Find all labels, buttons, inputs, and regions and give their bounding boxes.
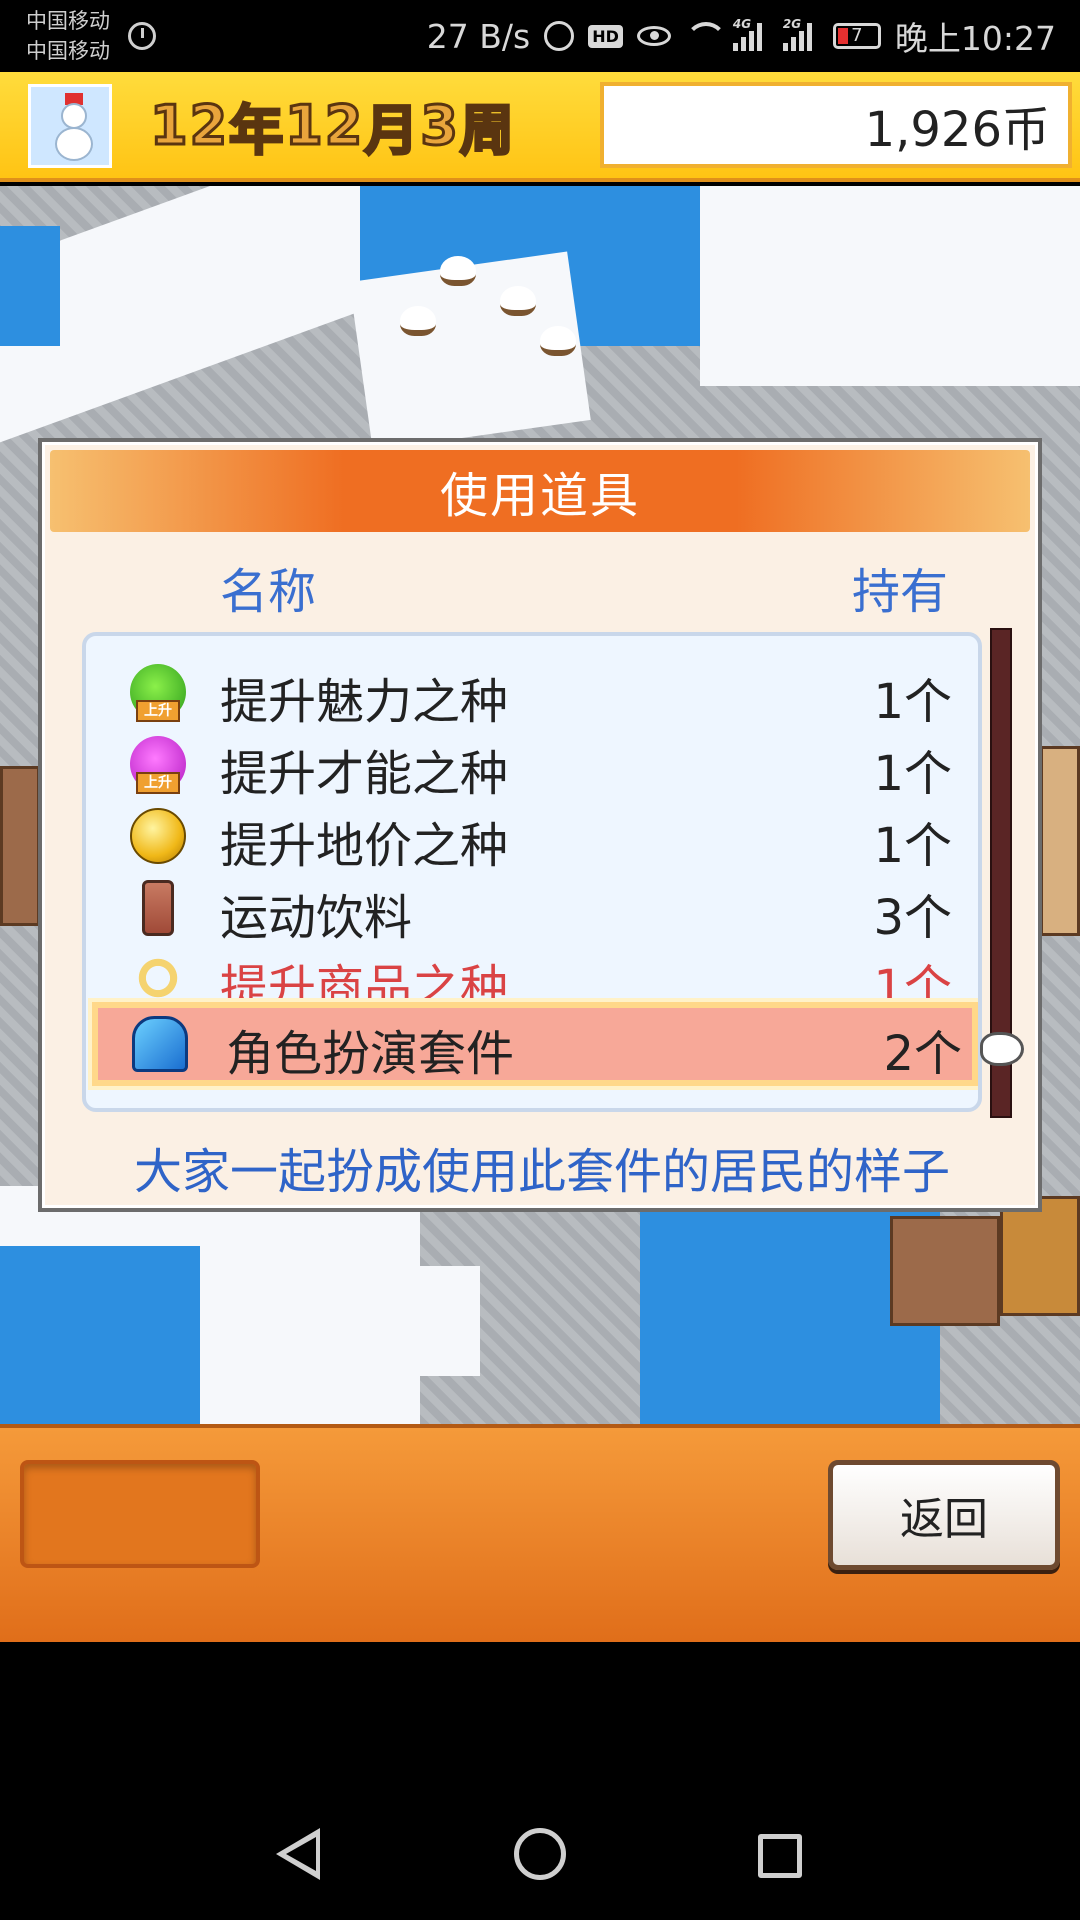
signal-4g-label: 4G [732,17,752,31]
date-year-unit: 年 [228,97,286,163]
item-count: 1个 [873,818,952,874]
game-date: 12 年 12 月 3 周 [148,90,516,163]
item-row-land-value-seed[interactable]: 提升地价之种 1个 [86,800,978,874]
dialog-title: 使用道具 [50,450,1030,532]
header-held: 持有 [851,564,948,620]
item-name: 角色扮演套件 [226,1026,515,1082]
date-month: 12 [284,92,365,158]
status-icons: 27 B/s HD 4G 2G 7 晚上10:27 [426,14,1056,59]
date-month-unit: 月 [363,97,421,163]
drink-bottle-icon [142,880,174,936]
net-speed: 27 B/s [426,16,531,56]
list-scrollbar[interactable] [980,628,1024,1118]
snowman-icon[interactable] [28,84,112,168]
back-button[interactable]: 返回 [828,1460,1060,1570]
carrier-labels: 中国移动 中国移动 [26,6,110,66]
coin-balance: 1,926币 [600,82,1072,168]
item-name: 提升地价之种 [220,818,509,874]
item-name: 运动饮料 [220,890,413,946]
item-count: 3个 [873,890,952,946]
item-row-roleplay-kit[interactable]: 角色扮演套件 2个 [92,1002,978,1086]
timer-icon [128,22,156,50]
carrier-1: 中国移动 [26,9,110,33]
date-year: 12 [148,92,230,158]
wifi-icon [684,22,727,50]
item-row-sports-drink[interactable]: 运动饮料 3个 [86,872,978,946]
eye-icon [636,26,671,46]
item-row-charm-seed[interactable]: 上升 提升魅力之种 1个 [86,656,978,730]
hd-icon: HD [588,24,623,48]
blue-cape-icon [132,1016,188,1072]
item-list[interactable]: 上升 提升魅力之种 1个 上升 提升才能之种 1个 提升地价之种 1个 运动饮料… [82,632,982,1112]
pointer-hand-icon[interactable] [980,1032,1024,1066]
item-count: 1个 [873,746,952,802]
game-bottom-bar: 返回 [0,1424,1080,1642]
clock: 晚上10:27 [894,19,1056,58]
green-fruit-icon: 上升 [130,664,186,722]
use-item-dialog: 使用道具 名称 持有 上升 提升魅力之种 1个 上升 提升才能之种 1个 提升地… [38,438,1042,1212]
item-count: 1个 [873,674,952,730]
status-bar: 中国移动 中国移动 27 B/s HD 4G 2G 7 晚上10:27 [0,0,1080,72]
item-name: 提升魅力之种 [220,674,509,730]
purple-fruit-icon: 上升 [130,736,186,794]
nav-home-icon[interactable] [514,1828,566,1880]
date-week: 3 [419,92,460,158]
item-row-talent-seed[interactable]: 上升 提升才能之种 1个 [86,728,978,802]
item-description: 大家一起扮成使用此套件的居民的样子 [133,1144,950,1200]
header-name: 名称 [220,564,317,620]
gold-orb-icon [130,808,186,864]
alarm-icon [544,21,575,51]
signal-4g-icon: 4G [732,17,769,51]
signal-2g-label: 2G [782,17,802,31]
date-week-unit: 周 [458,97,516,163]
game-top-bar: 12 年 12 月 3 周 1,926币 [0,72,1080,182]
item-name: 提升才能之种 [220,746,509,802]
nav-recent-apps-icon[interactable] [758,1834,802,1878]
list-headers: 名称 持有 [42,552,1042,622]
item-count: 2个 [883,1026,962,1082]
knot-icon [130,950,186,1006]
empty-slot [20,1460,260,1568]
carrier-2: 中国移动 [26,39,110,63]
signal-2g-icon: 2G [782,17,819,51]
battery-icon: 7 [832,23,881,49]
